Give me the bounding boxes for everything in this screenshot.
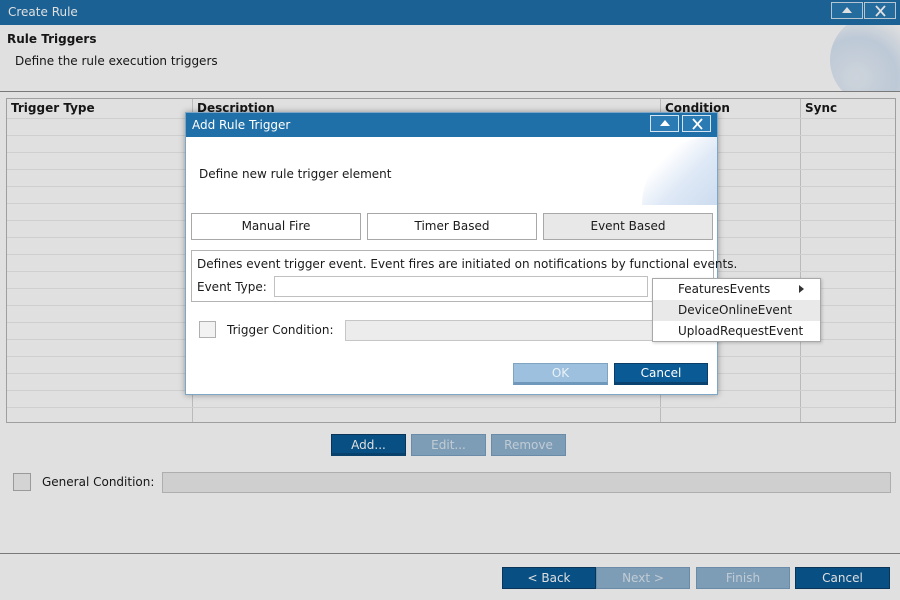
tab-timer-based[interactable]: Timer Based <box>367 213 537 240</box>
event-type-input[interactable] <box>274 276 648 297</box>
menu-item-device-online-event[interactable]: DeviceOnlineEvent <box>653 300 820 321</box>
event-type-label: Event Type: <box>197 280 267 294</box>
trigger-condition-field[interactable] <box>345 320 655 341</box>
add-rule-trigger-dialog: Add Rule Trigger Define new rule trigger… <box>185 112 737 395</box>
menu-item-upload-request-event[interactable]: UploadRequestEvent <box>653 321 820 342</box>
submenu-arrow-icon <box>799 285 804 293</box>
dialog-titlebar: Add Rule Trigger <box>186 113 717 137</box>
dialog-description: Define new rule trigger element <box>199 167 392 181</box>
tab-manual-fire[interactable]: Manual Fire <box>191 213 361 240</box>
menu-item-label: FeaturesEvents <box>678 282 771 296</box>
dialog-header-decoration <box>642 137 717 205</box>
event-type-menu: FeaturesEvents DeviceOnlineEvent UploadR… <box>652 278 821 342</box>
dialog-maximize-button[interactable] <box>650 115 679 132</box>
close-icon <box>691 118 703 130</box>
dialog-title: Add Rule Trigger <box>192 118 291 132</box>
trigger-condition-checkbox[interactable] <box>199 321 216 338</box>
event-trigger-panel: Defines event trigger event. Event fires… <box>191 250 737 302</box>
menu-item-label: DeviceOnlineEvent <box>678 303 793 317</box>
tab-event-based[interactable]: Event Based <box>543 213 713 240</box>
chevron-up-icon <box>659 120 670 126</box>
event-info-text: Defines event trigger event. Event fires… <box>197 257 738 271</box>
trigger-condition-label: Trigger Condition: <box>227 323 334 337</box>
menu-item-features-events[interactable]: FeaturesEvents <box>653 279 820 300</box>
dialog-close-button[interactable] <box>682 115 711 132</box>
menu-item-label: UploadRequestEvent <box>678 324 804 338</box>
dialog-cancel-button[interactable]: Cancel <box>614 363 708 385</box>
ok-button[interactable]: OK <box>513 363 608 385</box>
